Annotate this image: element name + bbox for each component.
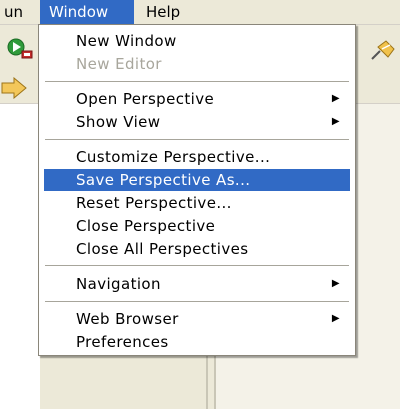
menu-item-show-view[interactable]: Show View ▶	[44, 111, 350, 133]
menu-item-new-window[interactable]: New Window	[44, 30, 350, 52]
menu-item-close-all-perspectives[interactable]: Close All Perspectives	[44, 238, 350, 260]
menu-help[interactable]: Help	[140, 0, 186, 24]
menu-separator	[45, 81, 349, 83]
menu-item-label: Show View	[76, 113, 161, 131]
menu-item-close-perspective[interactable]: Close Perspective	[44, 215, 350, 237]
menu-item-label: Navigation	[76, 275, 161, 293]
menu-item-customize-perspective[interactable]: Customize Perspective...	[44, 146, 350, 168]
forward-arrow-icon[interactable]	[0, 77, 28, 99]
submenu-arrow-icon: ▶	[331, 93, 340, 104]
menu-item-web-browser[interactable]: Web Browser ▶	[44, 308, 350, 330]
menu-item-label: Reset Perspective...	[76, 194, 232, 212]
menu-item-label: Close All Perspectives	[76, 240, 249, 258]
menu-window[interactable]: Window	[40, 0, 134, 24]
pin-icon[interactable]	[368, 37, 398, 63]
run-icon[interactable]	[6, 37, 34, 61]
eclipse-window: un Window Help New Window New Editor Ope…	[0, 0, 400, 409]
menu-item-label: Customize Perspective...	[76, 148, 271, 166]
menu-bar: un Window Help	[0, 0, 400, 25]
menu-item-label: Preferences	[76, 333, 169, 351]
menu-item-reset-perspective[interactable]: Reset Perspective...	[44, 192, 350, 214]
menu-item-preferences[interactable]: Preferences	[44, 331, 350, 353]
window-menu-dropdown: New Window New Editor Open Perspective ▶…	[38, 24, 356, 356]
menu-item-navigation[interactable]: Navigation ▶	[44, 273, 350, 295]
menu-item-label: Close Perspective	[76, 217, 216, 235]
menu-item-label: Web Browser	[76, 310, 179, 328]
menu-item-label: Save Perspective As...	[76, 171, 251, 189]
menu-separator	[45, 139, 349, 141]
submenu-arrow-icon: ▶	[331, 313, 340, 324]
menu-item-new-editor: New Editor	[44, 53, 350, 75]
submenu-arrow-icon: ▶	[331, 116, 340, 127]
menu-item-label: Open Perspective	[76, 90, 215, 108]
menu-item-save-perspective-as[interactable]: Save Perspective As...	[44, 169, 350, 191]
menu-item-label: New Window	[76, 32, 177, 50]
menu-separator	[45, 265, 349, 267]
submenu-arrow-icon: ▶	[331, 278, 340, 289]
menu-item-open-perspective[interactable]: Open Perspective ▶	[44, 88, 350, 110]
menu-item-label: New Editor	[76, 55, 162, 73]
menu-run[interactable]: un	[0, 0, 29, 24]
menu-separator	[45, 301, 349, 303]
editor-area	[0, 104, 40, 409]
